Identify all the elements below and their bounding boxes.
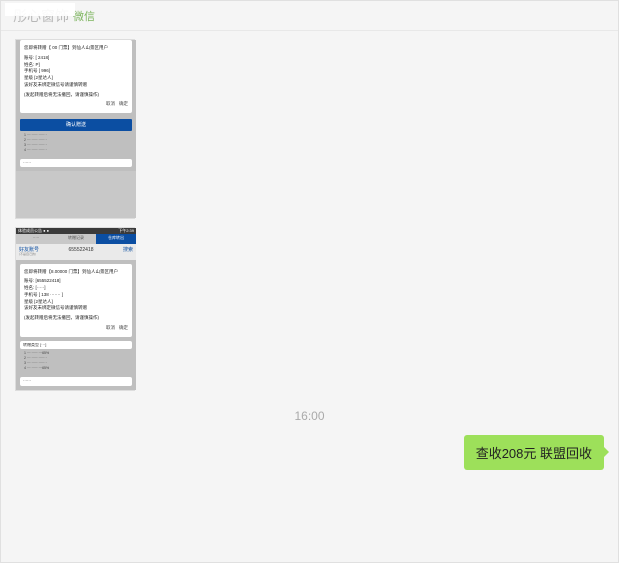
modal-warn2: (发起转赠后将无法撤回，请谨慎操作) <box>24 315 128 322</box>
phone-search-bar: 好友账号 (不是自己的) 655522418 搜索 <box>16 244 136 260</box>
footer-panel: ······ <box>20 377 132 386</box>
modal-title: 您即将转赠【8.00000 门票】到仙人山景区用户 <box>24 269 128 276</box>
modal-phone: 手机号 [ 138 ······· ] <box>24 292 128 299</box>
incoming-message: 体验成员公告 ● ● 下午2:39 ····· 转赠记录 仓库转出 好友账号 (… <box>15 227 604 391</box>
chat-window: 彤心窗饰 微信 您即将转赠【 00 门票】到仙人山景区用户 账号: [ 2418… <box>0 0 619 563</box>
phone-tab: ····· <box>16 234 56 244</box>
modal-phone: 手机号 [ 996] <box>24 68 128 75</box>
footer-panel: ······ <box>20 159 132 168</box>
transfer-modal: 您即将转赠【 00 门票】到仙人山景区用户 账号: [ 2418] 姓名: P]… <box>20 40 132 113</box>
search-value: 655522418 <box>68 247 93 257</box>
modal-title: 您即将转赠【 00 门票】到仙人山景区用户 <box>24 45 128 52</box>
type-panel: 转赠类型 [···] <box>20 341 132 350</box>
phone-tabs: ····· 转赠记录 仓库转出 <box>16 234 136 244</box>
wechat-tag: 微信 <box>73 8 95 24</box>
phone-tab-active: 仓库转出 <box>96 234 136 244</box>
title-mask <box>5 3 75 16</box>
modal-warn: 该好友未绑定微信号请谨慎转赠 <box>24 82 128 89</box>
modal-account: 账号: [655522418] <box>24 278 128 285</box>
modal-account: 账号: [ 2418] <box>24 55 128 62</box>
modal-level: 星级 [2星达人] <box>24 299 128 306</box>
modal-name: 姓名: [·····] <box>24 285 128 292</box>
phone-screenshot: 体验成员公告 ● ● 下午2:39 ····· 转赠记录 仓库转出 好友账号 (… <box>16 228 136 390</box>
ok-button: 确定 <box>119 101 128 108</box>
outgoing-message: 查收208元 联盟回收 <box>15 435 604 470</box>
image-attachment[interactable]: 体验成员公告 ● ● 下午2:39 ····· 转赠记录 仓库转出 好友账号 (… <box>15 227 135 391</box>
phone-tab: 转赠记录 <box>56 234 96 244</box>
sent-bubble[interactable]: 查收208元 联盟回收 <box>464 435 604 470</box>
modal-name: 姓名: P] <box>24 62 128 69</box>
ok-button: 确定 <box>119 325 128 332</box>
image-attachment[interactable]: 您即将转赠【 00 门票】到仙人山景区用户 账号: [ 2418] 姓名: P]… <box>15 39 135 219</box>
phone-screenshot: 您即将转赠【 00 门票】到仙人山景区用户 账号: [ 2418] 姓名: P]… <box>16 40 136 218</box>
search-button: 搜索 <box>123 247 133 257</box>
search-sublabel: (不是自己的) <box>19 253 39 257</box>
incoming-message: 您即将转赠【 00 门票】到仙人山景区用户 账号: [ 2418] 姓名: P]… <box>15 39 604 219</box>
message-list: 您即将转赠【 00 门票】到仙人山景区用户 账号: [ 2418] 姓名: P]… <box>1 31 618 562</box>
cancel-button: 取消 <box>106 101 115 108</box>
transfer-modal: 您即将转赠【8.00000 门票】到仙人山景区用户 账号: [655522418… <box>20 264 132 337</box>
cancel-button: 取消 <box>106 325 115 332</box>
modal-warn2: (发起转赠后将无法撤回，请谨慎操作) <box>24 92 128 99</box>
modal-warn: 该好友未绑定微信号请谨慎转赠 <box>24 305 128 312</box>
confirm-send-button: 确认赠送 <box>20 119 132 131</box>
chat-header: 彤心窗饰 微信 <box>1 1 618 31</box>
modal-level: 星级 [2星达人] <box>24 75 128 82</box>
phone-footer: 1 ·············65% 2 ················· 3… <box>20 349 132 373</box>
timestamp-divider: 16:00 <box>15 409 604 423</box>
phone-footer: 1 ················· 2 ················· … <box>20 131 132 155</box>
